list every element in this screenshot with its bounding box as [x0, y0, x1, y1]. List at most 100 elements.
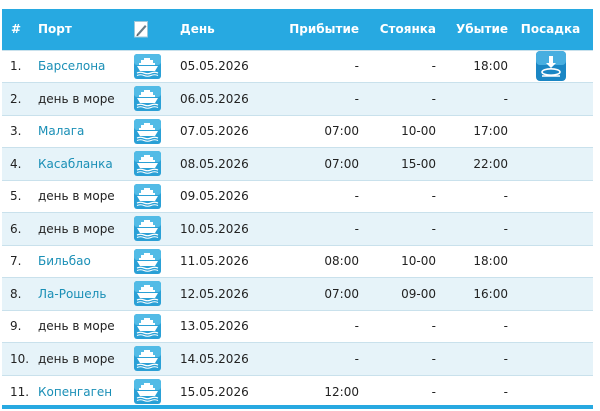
itinerary-table: # Порт День Прибытие Стоянка Убытие Поса… — [2, 9, 593, 408]
row-arrival: - — [277, 179, 359, 213]
row-arrival: 12:00 — [277, 374, 359, 408]
ship-icon[interactable] — [134, 313, 161, 339]
row-num: 11. — [2, 374, 37, 408]
boarding-download-icon[interactable] — [535, 51, 566, 82]
port-link[interactable]: Копенгаген — [38, 385, 112, 399]
row-stay: 15-00 — [359, 147, 436, 180]
row-port: день в море — [37, 309, 134, 343]
row-ship[interactable] — [134, 374, 178, 408]
row-port[interactable]: Ла-Рошель — [37, 277, 134, 310]
row-boarding — [508, 244, 593, 278]
row-ship[interactable] — [134, 244, 178, 278]
row-departure: - — [436, 309, 508, 343]
ship-icon[interactable] — [134, 379, 161, 404]
row-ship[interactable] — [134, 82, 178, 115]
row-ship[interactable] — [134, 309, 178, 343]
row-day: 10.05.2026 — [178, 212, 277, 245]
port-link[interactable]: Бильбао — [38, 254, 91, 268]
row-ship[interactable] — [134, 212, 178, 245]
header-stay: Стоянка — [379, 22, 436, 37]
header-boarding: Посадка — [520, 22, 581, 37]
row-port[interactable]: Барселона — [37, 49, 134, 83]
row-day: 15.05.2026 — [178, 374, 277, 408]
port-text: день в море — [38, 351, 115, 366]
row-boarding — [508, 309, 593, 343]
ship-icon[interactable] — [134, 248, 161, 274]
row-stay: 10-00 — [359, 244, 436, 278]
row-num: 4. — [2, 147, 37, 180]
table-row: 3. Малага 07.05.2026 07:00 10-00 17:00 — [2, 114, 593, 148]
row-boarding[interactable] — [508, 49, 593, 83]
row-ship[interactable] — [134, 49, 178, 83]
table-row: 10. день в море 14.05.2026 - - - — [2, 342, 593, 375]
row-boarding — [508, 147, 593, 180]
port-text: день в море — [38, 221, 115, 236]
table-header-row: # Порт День Прибытие Стоянка Убытие Поса… — [2, 9, 593, 50]
row-boarding — [508, 212, 593, 245]
row-port: день в море — [37, 179, 134, 213]
row-departure: 22:00 — [436, 147, 508, 180]
table-row: 7. Бильбао 11.05.2026 08:00 10-00 18:00 — [2, 244, 593, 278]
port-text: день в море — [38, 189, 115, 204]
table-row: 4. Касабланка 08.05.2026 07:00 15-00 22:… — [2, 147, 593, 180]
table-row: 5. день в море 09.05.2026 - - - — [2, 179, 593, 213]
row-stay: 10-00 — [359, 114, 436, 148]
table-bottom-bar — [2, 405, 593, 409]
row-stay: - — [359, 212, 436, 245]
row-stay: - — [359, 179, 436, 213]
row-departure: 16:00 — [436, 277, 508, 310]
port-link[interactable]: Ла-Рошель — [38, 287, 106, 301]
header-departure: Убытие — [456, 22, 508, 37]
row-ship[interactable] — [134, 114, 178, 148]
port-link[interactable]: Барселона — [38, 59, 105, 73]
row-port: день в море — [37, 212, 134, 245]
ship-icon[interactable] — [134, 183, 161, 209]
row-day: 13.05.2026 — [178, 309, 277, 343]
port-text: день в море — [38, 319, 115, 334]
ship-icon[interactable] — [134, 281, 161, 307]
row-num: 6. — [2, 212, 37, 245]
row-port: день в море — [37, 82, 134, 115]
row-port[interactable]: Бильбао — [37, 244, 134, 278]
row-port[interactable]: Малага — [37, 114, 134, 148]
row-departure: 18:00 — [436, 49, 508, 83]
row-arrival: - — [277, 309, 359, 343]
row-boarding — [508, 82, 593, 115]
row-stay: - — [359, 309, 436, 343]
ship-icon[interactable] — [134, 53, 161, 79]
row-stay: - — [359, 82, 436, 115]
row-boarding — [508, 179, 593, 213]
row-port[interactable]: Копенгаген — [37, 374, 134, 408]
table-row: 6. день в море 10.05.2026 - - - — [2, 212, 593, 245]
row-ship[interactable] — [134, 277, 178, 310]
row-departure: 17:00 — [436, 114, 508, 148]
ship-icon[interactable] — [134, 118, 161, 144]
ship-icon[interactable] — [134, 86, 161, 112]
table-row: 8. Ла-Рошель 12.05.2026 07:00 09-00 16:0… — [2, 277, 593, 310]
ship-icon[interactable] — [134, 346, 161, 372]
row-departure: - — [436, 179, 508, 213]
table-row: 9. день в море 13.05.2026 - - - — [2, 309, 593, 343]
row-day: 07.05.2026 — [178, 114, 277, 148]
row-arrival: - — [277, 82, 359, 115]
row-boarding — [508, 277, 593, 310]
row-ship[interactable] — [134, 147, 178, 180]
edit-icon — [134, 20, 148, 38]
port-text: день в море — [38, 91, 115, 106]
row-port[interactable]: Касабланка — [37, 147, 134, 180]
row-arrival: - — [277, 212, 359, 245]
row-day: 09.05.2026 — [178, 179, 277, 213]
header-day: День — [180, 22, 215, 37]
row-ship[interactable] — [134, 342, 178, 375]
table-row: 1. Барселона 05.05.2026 - - 18:00 — [2, 49, 593, 83]
table-row: 2. день в море 06.05.2026 - - - — [2, 82, 593, 115]
port-link[interactable]: Малага — [38, 124, 84, 138]
port-link[interactable]: Касабланка — [38, 157, 113, 171]
ship-icon[interactable] — [134, 151, 161, 177]
row-ship[interactable] — [134, 179, 178, 213]
ship-icon[interactable] — [134, 216, 161, 242]
row-day: 06.05.2026 — [178, 82, 277, 115]
row-arrival: 07:00 — [277, 114, 359, 148]
row-departure: - — [436, 82, 508, 115]
row-boarding — [508, 342, 593, 375]
